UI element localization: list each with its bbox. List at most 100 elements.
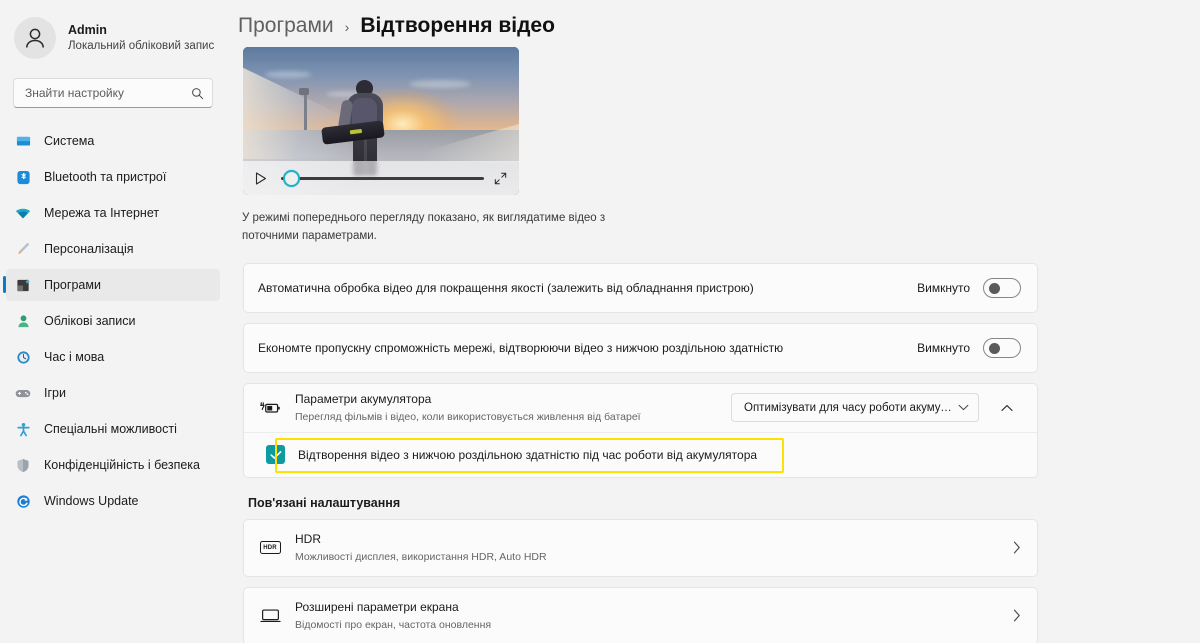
video-cloud [408,79,471,88]
sidebar-item-bluetooth[interactable]: Bluetooth та пристрої [6,161,220,193]
row-texts: HDR Можливості дисплея, використання HDR… [295,531,1005,563]
network-icon [13,203,33,223]
setting-title: Розширені параметри екрана [295,600,459,615]
account-section[interactable]: Admin Локальний обліковий запис [0,0,226,62]
sidebar-item-personalization[interactable]: Персоналізація [6,233,220,265]
sidebar-item-windows-update[interactable]: Windows Update [6,485,220,517]
accessibility-icon [13,419,33,439]
content-area: Програми › Відтворення відео У режимі по… [226,0,1200,643]
sidebar-item-label: Ігри [44,386,66,400]
search-box[interactable] [13,78,213,108]
video-progress-thumb[interactable] [283,169,300,187]
row-auto-process: Автоматична обробка відео для покращення… [244,264,1037,312]
row-lower-resolution-checkbox[interactable]: Відтворення відео з нижчою роздільною зд… [244,431,1037,477]
check-icon [269,450,281,459]
auto-process-toggle[interactable] [983,277,1021,298]
toggle-knob [989,342,1000,354]
setting-title: HDR [295,532,321,547]
battery-mode-dropdown[interactable]: Оптимізувати для часу роботи акумулят... [731,393,979,423]
battery-charging-icon [258,401,282,415]
chevron-down-icon [958,404,969,411]
sidebar-item-accessibility[interactable]: Спеціальні можливості [6,413,220,445]
search-icon[interactable] [191,87,204,100]
row-right: Вимкнуто [917,277,1021,298]
preview-note: У режимі попереднього перегляду показано… [242,212,606,242]
system-icon [13,131,33,151]
checkbox-label: Відтворення відео з нижчою роздільною зд… [298,447,758,462]
personalization-icon [13,239,33,259]
settings-body: У режимі попереднього перегляду показано… [238,47,1200,643]
toggle-knob [989,282,1000,294]
row-right: Оптимізувати для часу роботи акумулят... [731,393,1021,423]
settings-window: Admin Локальний обліковий запис Знайти н… [0,0,1200,643]
save-bandwidth-toggle[interactable] [983,337,1021,358]
settings-cards: Автоматична обробка відео для покращення… [243,262,1038,643]
row-texts: Автоматична обробка відео для покращення… [258,280,917,296]
chevron-right-icon: › [344,19,350,35]
sidebar-item-label: Персоналізація [44,242,134,256]
sidebar-item-system[interactable]: Система [6,125,220,157]
sidebar-item-label: Bluetooth та пристрої [44,170,167,184]
breadcrumb-parent[interactable]: Програми [238,14,334,38]
video-preview[interactable] [243,47,519,195]
person-icon [26,28,44,48]
chevron-right-icon[interactable] [1013,541,1021,554]
card-advanced-display[interactable]: Розширені параметри екрана Відомості про… [243,586,1038,643]
hdr-icon: HDR [258,541,282,555]
row-advanced-display[interactable]: Розширені параметри екрана Відомості про… [244,588,1037,643]
card-auto-process: Автоматична обробка відео для покращення… [243,262,1038,313]
account-subtitle: Локальний обліковий запис [68,40,215,53]
sidebar-item-network[interactable]: Мережа та Інтернет [6,197,220,229]
row-hdr[interactable]: HDR HDR Можливості дисплея, використання… [244,520,1037,576]
sidebar-item-label: Конфіденційність і безпека [44,458,200,472]
accounts-icon [13,311,33,331]
setting-subtitle: Можливості дисплея, використання HDR, Au… [295,550,547,563]
search-container [0,62,226,108]
sidebar-nav: Система Bluetooth та пристрої Мережа та … [0,125,226,517]
setting-subtitle: Перегляд фільмів і відео, коли використо… [295,410,641,423]
setting-title: Параметри акумулятора [295,392,432,407]
related-settings-heading: Пов'язані налаштування [248,495,401,510]
monitor-icon [258,608,282,623]
apps-icon [13,275,33,295]
setting-title: Автоматична обробка відео для покращення… [258,280,754,295]
play-icon[interactable] [255,171,267,185]
time-language-icon [13,347,33,367]
chevron-right-icon[interactable] [1013,609,1021,622]
setting-subtitle: Відомості про екран, частота оновлення [295,618,492,631]
account-name: Admin [68,22,107,37]
hdr-badge: HDR [259,541,281,555]
avatar [14,17,56,59]
page-title: Відтворення відео [360,14,555,37]
setting-title: Економте пропускну спроможність мережі, … [258,340,784,355]
video-pole-top [299,88,310,96]
video-controls [243,161,519,195]
windows-update-icon [13,491,33,511]
card-hdr[interactable]: HDR HDR Можливості дисплея, використання… [243,518,1038,577]
sidebar-item-time-language[interactable]: Час і мова [6,341,220,373]
fullscreen-icon[interactable] [494,172,507,185]
chevron-up-icon [1001,404,1013,411]
sidebar-item-label: Облікові записи [44,314,136,328]
search-input[interactable] [25,79,191,107]
bluetooth-icon [13,167,33,187]
video-progress-slider[interactable] [281,169,484,187]
sidebar-item-gaming[interactable]: Ігри [6,377,220,409]
lower-resolution-checkbox[interactable] [266,445,285,465]
sidebar-item-accounts[interactable]: Облікові записи [6,305,220,337]
video-progress-track [281,176,484,180]
sidebar-item-apps[interactable]: Програми [3,269,220,301]
sidebar: Admin Локальний обліковий запис Знайти н… [0,0,226,643]
sidebar-item-privacy[interactable]: Конфіденційність і безпека [6,449,220,481]
toggle-state-label: Вимкнуто [917,340,970,355]
card-save-bandwidth: Економте пропускну спроможність мережі, … [243,322,1038,373]
row-texts: Параметри акумулятора Перегляд фільмів і… [295,391,731,423]
card-battery-options: Параметри акумулятора Перегляд фільмів і… [243,382,1038,478]
sidebar-item-label: Програми [44,278,101,292]
video-pole [303,91,307,130]
row-save-bandwidth: Економте пропускну спроможність мережі, … [244,324,1037,372]
sidebar-item-label: Windows Update [44,494,139,508]
gaming-icon [13,383,33,403]
battery-section-expander[interactable] [993,394,1021,422]
row-battery-options[interactable]: Параметри акумулятора Перегляд фільмів і… [244,384,1037,432]
